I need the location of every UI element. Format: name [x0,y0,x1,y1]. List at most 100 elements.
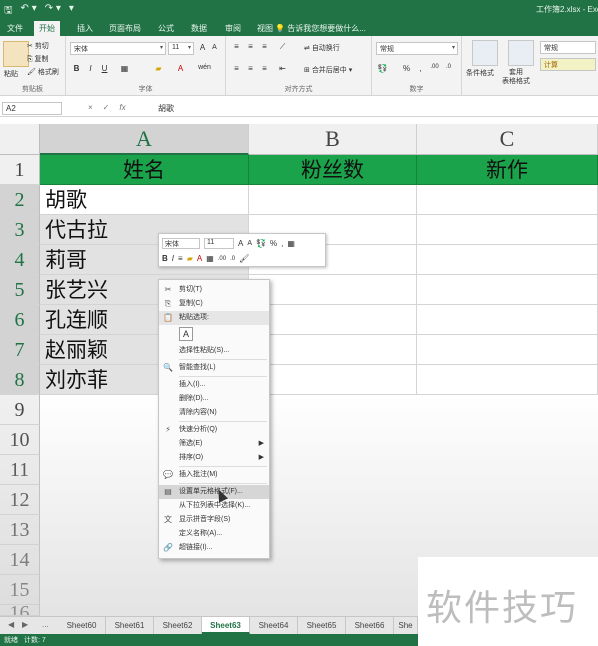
underline-button[interactable]: U [98,64,111,75]
column-header-c[interactable]: C [417,124,598,155]
row-header-1[interactable]: 1 [0,155,40,185]
menu-item-copy[interactable]: ⎘ 复制(C) [159,297,269,311]
mini-font-color-icon[interactable]: A [197,254,202,263]
paste-option-button[interactable]: A [179,327,193,341]
cell-b2[interactable] [249,185,417,215]
bold-button[interactable]: B [70,64,83,75]
menu-item-insert[interactable]: 插入(I)... [159,378,269,392]
decrease-decimal-icon[interactable]: .0 [442,64,455,75]
shrink-font-button[interactable]: A [208,44,221,55]
format-painter-button[interactable]: 🖌 格式刷 [27,67,59,77]
conditional-format-button[interactable]: 条件格式 [466,68,494,78]
wrap-text-button[interactable]: ⇌ 自动换行 [304,43,340,53]
sheet-tab-65[interactable]: Sheet65 [298,617,346,634]
cell-c8[interactable] [417,365,598,395]
mini-borders-icon[interactable]: ▦ [206,254,214,263]
sheet-tab-60[interactable]: Sheet60 [58,617,106,634]
cell-c6[interactable] [417,305,598,335]
header-cell-fans[interactable]: 粉丝数 [249,155,417,185]
merge-center-button[interactable]: ⊞ 合并后居中 ▾ [304,65,352,75]
formula-input[interactable]: 胡歌 [158,103,174,114]
menu-item-insert-comment[interactable]: 💬 插入批注(M) [159,468,269,482]
cell-b7[interactable] [249,335,417,365]
menu-item-hyperlink[interactable]: 🔗 超链接(I)... [159,541,269,555]
indent-icon[interactable]: ⇤ [276,64,289,75]
redo-button[interactable]: ↷ ▾ [45,3,61,20]
align-left-icon[interactable]: ≡ [230,64,243,75]
menu-item-paste-special[interactable]: 选择性粘贴(S)... [159,344,269,358]
row-header-11[interactable]: 11 [0,455,40,485]
row-header-7[interactable]: 7 [0,335,40,365]
borders-icon[interactable]: ▦ [118,64,131,75]
align-middle-icon[interactable]: ≡ [244,42,257,53]
sheet-more-button[interactable]: ... [42,620,49,629]
font-name-select[interactable]: 宋体 ▾ [70,42,166,55]
currency-icon[interactable]: 💱 [376,64,389,75]
column-header-a[interactable]: A [40,124,249,155]
menu-item-define-name[interactable]: 定义名称(A)... [159,527,269,541]
sheet-tab-67[interactable]: She [394,617,418,634]
mini-comma-icon[interactable]: , [281,239,283,248]
menu-item-clear-contents[interactable]: 清除内容(N) [159,406,269,420]
mini-increase-decimal-icon[interactable]: .00 [218,256,226,262]
name-box[interactable]: A2 [2,102,62,115]
menu-item-show-phonetic[interactable]: 文显示拼音字段(S) [159,513,269,527]
percent-button[interactable]: % [400,64,413,75]
cell-b8[interactable] [249,365,417,395]
menu-item-delete[interactable]: 删除(D)... [159,392,269,406]
mini-grow-font-button[interactable]: A [238,239,243,248]
style-calc[interactable]: 计算 [540,58,596,71]
mini-font-select[interactable]: 宋体 [162,238,200,249]
row-header-8[interactable]: 8 [0,365,40,395]
header-cell-new-work[interactable]: 新作 [417,155,598,185]
cell-c5[interactable] [417,275,598,305]
fill-color-icon[interactable]: ▰ [152,64,165,75]
menu-item-filter[interactable]: 筛选(E) ▶ [159,437,269,451]
sheet-tab-63[interactable]: Sheet63 [202,617,250,634]
phonetic-button[interactable]: wén [198,64,211,75]
save-icon[interactable]: 🖫 [4,3,13,20]
align-center-icon[interactable]: ≡ [244,64,257,75]
menu-item-quick-analysis[interactable]: ⚡ 快速分析(Q) [159,423,269,437]
header-cell-name[interactable]: 姓名 [40,155,249,185]
undo-button[interactable]: ↶ ▾ [21,3,37,20]
comma-button[interactable]: , [414,64,427,75]
row-header-3[interactable]: 3 [0,215,40,245]
mini-percent-button[interactable]: % [270,239,277,248]
sheet-prev-icon[interactable]: ◀ [8,620,14,629]
tab-formulas[interactable]: 公式 [153,21,179,36]
tab-page-layout[interactable]: 页面布局 [104,21,146,36]
sheet-tab-64[interactable]: Sheet64 [250,617,298,634]
menu-item-cut[interactable]: ✂ 剪切(T) [159,283,269,297]
cell-a2[interactable]: 胡歌 [40,185,249,215]
align-right-icon[interactable]: ≡ [258,64,271,75]
cut-button[interactable]: ✂ 剪切 [27,41,49,51]
row-header-14[interactable]: 14 [0,545,40,575]
menu-item-sort[interactable]: 排序(O) ▶ [159,451,269,465]
spreadsheet-grid[interactable]: A B C 1 2 3 4 5 6 7 8 9 10 11 12 13 14 1… [0,124,598,616]
row-header-6[interactable]: 6 [0,305,40,335]
row-header-4[interactable]: 4 [0,245,40,275]
row-header-15[interactable]: 15 [0,575,40,605]
cell-c3[interactable] [417,215,598,245]
mini-shrink-font-button[interactable]: A [247,240,252,247]
format-as-table-icon[interactable] [508,40,534,66]
mini-currency-icon[interactable]: 💱 [256,239,266,248]
copy-button[interactable]: ⎘ 复制 [27,54,49,64]
select-all-corner[interactable] [0,124,40,155]
font-size-select[interactable]: 11 ▾ [168,42,194,55]
tab-data[interactable]: 数据 [186,21,212,36]
tell-me-box[interactable]: 💡 告诉我您想要做什么... [275,23,366,34]
row-header-2[interactable]: 2 [0,185,40,215]
conditional-format-icon[interactable] [472,40,498,66]
cell-c2[interactable] [417,185,598,215]
cell-b5[interactable] [249,275,417,305]
align-bottom-icon[interactable]: ≡ [258,42,271,53]
mini-format-table-icon[interactable]: ▦ [287,239,295,248]
sheet-next-icon[interactable]: ▶ [22,620,28,629]
cancel-icon[interactable]: × [88,103,93,112]
tab-file[interactable]: 文件 [2,21,28,36]
mini-bold-button[interactable]: B [162,254,168,263]
mini-italic-button[interactable]: I [172,254,174,263]
row-header-10[interactable]: 10 [0,425,40,455]
